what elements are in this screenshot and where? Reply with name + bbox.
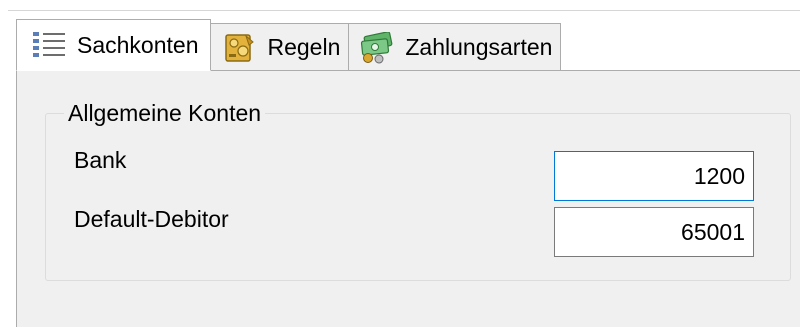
default-debitor-label: Default-Debitor xyxy=(74,206,229,232)
tab-label: Regeln xyxy=(267,34,341,60)
rules-icon xyxy=(221,32,257,64)
tab-label: Sachkonten xyxy=(77,31,199,58)
tab-strip: Sachkonten Regeln Zahlungsarten xyxy=(16,19,562,71)
tab-label: Zahlungsarten xyxy=(405,34,553,60)
bank-label: Bank xyxy=(74,147,127,173)
group-allgemeine-konten: Allgemeine Konten Bank Default-Debitor xyxy=(45,99,791,281)
payment-methods-icon xyxy=(359,31,395,64)
tab-regeln[interactable]: Regeln xyxy=(211,23,350,71)
bank-input[interactable] xyxy=(554,151,754,201)
settings-window: Sachkonten Regeln Zahlungsarten Allgemei… xyxy=(0,0,800,327)
window-top-border xyxy=(8,10,800,11)
default-debitor-input[interactable] xyxy=(554,207,754,257)
tab-zahlungsarten[interactable]: Zahlungsarten xyxy=(349,23,562,71)
tab-sachkonten[interactable]: Sachkonten xyxy=(16,19,212,71)
group-title: Allgemeine Konten xyxy=(64,99,266,127)
tab-page-sachkonten: Allgemeine Konten Bank Default-Debitor xyxy=(16,70,800,327)
list-icon xyxy=(31,29,67,61)
